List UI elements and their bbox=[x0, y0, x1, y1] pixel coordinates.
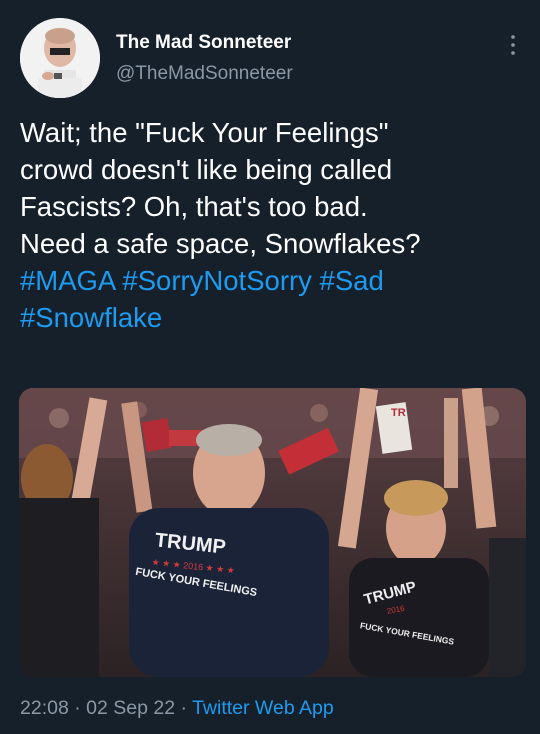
hashtag-link[interactable]: #Sad bbox=[320, 265, 384, 296]
tweet-text: Wait; the "Fuck Your Feelings" crowd doe… bbox=[20, 114, 525, 336]
hashtag-link[interactable]: #SorryNotSorry bbox=[122, 265, 312, 296]
tweet-time[interactable]: 22:08 bbox=[20, 697, 69, 719]
hashtag-line: #Snowflake bbox=[20, 299, 525, 336]
user-handle[interactable]: @TheMadSonneteer bbox=[116, 63, 293, 85]
separator: · bbox=[74, 697, 81, 719]
hashtag-line: #MAGA #SorryNotSorry #Sad bbox=[20, 262, 525, 299]
tweet-line: crowd doesn't like being called bbox=[20, 154, 393, 185]
tweet-header: The Mad Sonneteer @TheMadSonneteer bbox=[20, 18, 520, 102]
separator: · bbox=[180, 697, 188, 719]
tweet-date[interactable]: 02 Sep 22 bbox=[86, 697, 175, 719]
hashtag-link[interactable]: #Snowflake bbox=[20, 302, 162, 333]
display-name[interactable]: The Mad Sonneteer bbox=[116, 32, 291, 54]
rally-photo-image: TR TRUMP ★ ★ ★ 2016 ★ ★ ★ FUCK YOUR FEEL… bbox=[19, 388, 526, 677]
tweet-line: Wait; the "Fuck Your Feelings" bbox=[20, 117, 389, 148]
tweet-metadata: 22:08 · 02 Sep 22 · Twitter Web App bbox=[20, 697, 334, 720]
more-options-icon[interactable] bbox=[506, 32, 520, 58]
tweet-photo[interactable]: TR TRUMP ★ ★ ★ 2016 ★ ★ ★ FUCK YOUR FEEL… bbox=[19, 388, 526, 677]
tweet-source-link[interactable]: Twitter Web App bbox=[192, 697, 334, 719]
avatar-image bbox=[20, 18, 100, 98]
svg-text:TR: TR bbox=[391, 407, 406, 419]
avatar[interactable] bbox=[20, 18, 100, 98]
tweet-line: Need a safe space, Snowflakes? bbox=[20, 228, 421, 259]
tweet: The Mad Sonneteer @TheMadSonneteer Wait;… bbox=[0, 0, 540, 734]
tweet-line: Fascists? Oh, that's too bad. bbox=[20, 191, 368, 222]
hashtag-link[interactable]: #MAGA bbox=[20, 265, 115, 296]
